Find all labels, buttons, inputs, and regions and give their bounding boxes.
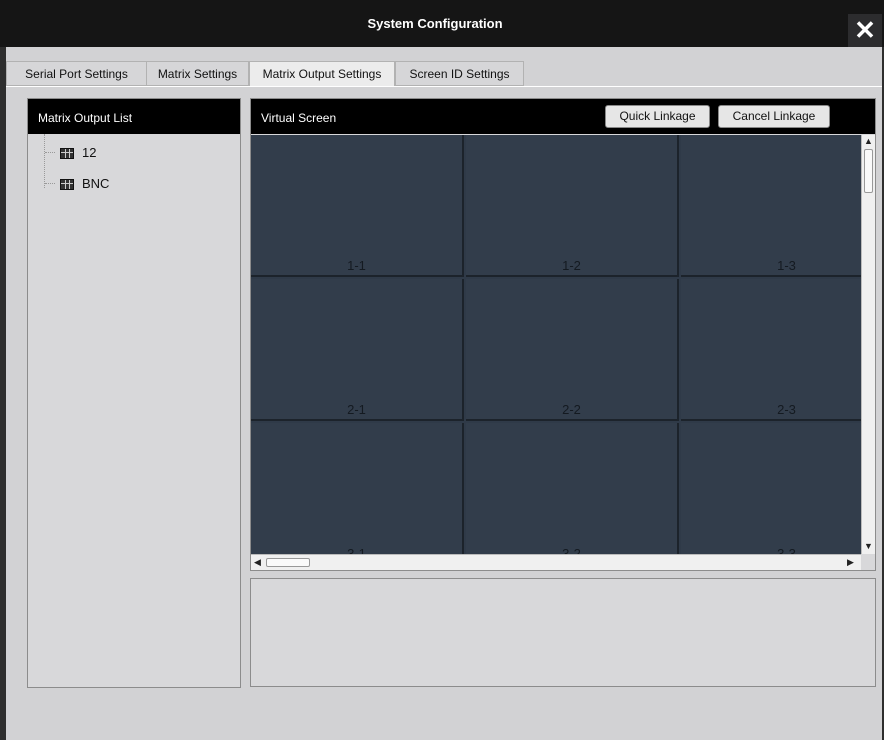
quick-linkage-button[interactable]: Quick Linkage: [605, 105, 710, 128]
cancel-linkage-button[interactable]: Cancel Linkage: [718, 105, 830, 128]
virtual-screen-panel: Virtual Screen Quick Linkage Cancel Link…: [250, 98, 876, 571]
tree-item-label: BNC: [82, 176, 110, 191]
matrix-output-list-header: Matrix Output List: [28, 99, 240, 134]
horizontal-scroll-thumb[interactable]: [266, 558, 310, 567]
screen-cell-2-3[interactable]: 2-3: [681, 279, 861, 421]
vertical-scroll-thumb[interactable]: [864, 149, 873, 193]
screen-cell-label: 3-2: [562, 546, 581, 554]
scroll-right-icon[interactable]: ▶: [847, 557, 854, 567]
tab-divider: [6, 86, 882, 87]
screen-cell-1-3[interactable]: 1-3: [681, 135, 861, 277]
scroll-up-icon[interactable]: ▲: [864, 136, 873, 146]
details-panel: [250, 578, 876, 687]
screen-cell-2-1[interactable]: 2-1: [251, 279, 464, 421]
screen-cell-3-2[interactable]: 3-2: [466, 423, 679, 554]
scroll-down-icon[interactable]: ▼: [864, 541, 873, 551]
screen-cell-label: 2-3: [777, 402, 796, 417]
tab-matrix-settings[interactable]: Matrix Settings: [146, 61, 249, 86]
tree-connector: [45, 183, 55, 184]
tab-bar: Serial Port Settings Matrix Settings Mat…: [6, 61, 882, 87]
screen-cell-1-2[interactable]: 1-2: [466, 135, 679, 277]
screen-cell-label: 2-1: [347, 402, 366, 417]
system-configuration-window: System Configuration ✕ Serial Port Setti…: [0, 0, 884, 745]
tree-connector: [45, 152, 55, 153]
tree-item-label: 12: [82, 145, 97, 160]
vertical-scrollbar[interactable]: ▲ ▼: [861, 135, 875, 554]
tree-item-12[interactable]: 12: [60, 144, 96, 162]
scroll-left-icon[interactable]: ◀: [254, 557, 261, 567]
tab-matrix-output-settings[interactable]: Matrix Output Settings: [249, 61, 395, 87]
tree-connector: [44, 134, 45, 188]
screen-cell-2-2[interactable]: 2-2: [466, 279, 679, 421]
screen-cell-3-1[interactable]: 3-1: [251, 423, 464, 554]
window-title: System Configuration: [367, 16, 503, 31]
screen-cell-label: 3-1: [347, 546, 366, 554]
screen-cell-label: 1-2: [562, 258, 581, 273]
close-icon: ✕: [854, 15, 876, 45]
matrix-output-tree: 12 BNC: [28, 134, 240, 687]
screen-cell-1-1[interactable]: 1-1: [251, 135, 464, 277]
tab-serial-port-settings[interactable]: Serial Port Settings: [6, 61, 147, 86]
grid-icon: [60, 179, 74, 191]
screen-cell-label: 1-3: [777, 258, 796, 273]
dialog-content: Serial Port Settings Matrix Settings Mat…: [6, 47, 882, 740]
grid-icon: [60, 148, 74, 160]
virtual-screen-grid: 1-1 1-2 1-3 2-1 2-2 2-3 3-1 3-2 3-3: [251, 135, 861, 554]
tab-screen-id-settings[interactable]: Screen ID Settings: [395, 61, 524, 86]
horizontal-scrollbar[interactable]: ◀ ▶: [251, 554, 861, 570]
matrix-output-list-panel: Matrix Output List 12 BNC: [27, 98, 241, 688]
screen-cell-label: 1-1: [347, 258, 366, 273]
screen-cell-label: 2-2: [562, 402, 581, 417]
screen-cell-3-3[interactable]: 3-3: [681, 423, 861, 554]
close-button[interactable]: ✕: [848, 14, 882, 47]
screen-cell-label: 3-3: [777, 546, 796, 554]
tree-item-bnc[interactable]: BNC: [60, 175, 109, 193]
title-bar: System Configuration ✕: [0, 0, 884, 47]
